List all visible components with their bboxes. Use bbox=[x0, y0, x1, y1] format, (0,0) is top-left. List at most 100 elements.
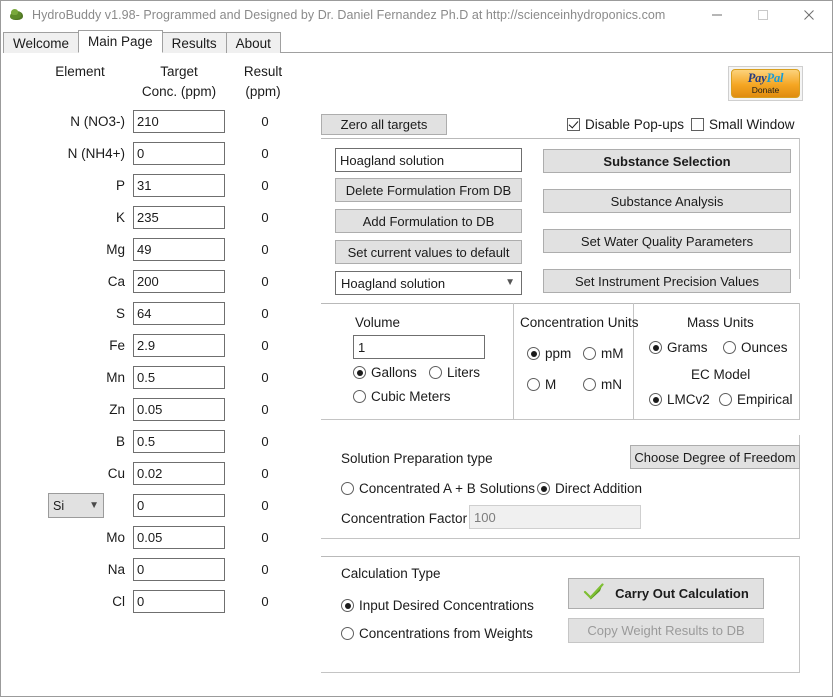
element-label: Fe bbox=[109, 338, 125, 353]
ec-model-empirical[interactable]: Empirical bbox=[719, 392, 793, 407]
target-input[interactable] bbox=[133, 270, 225, 293]
element-label: B bbox=[115, 434, 125, 449]
tab-about[interactable]: About bbox=[225, 32, 281, 53]
concentration-unit-mn[interactable]: mN bbox=[583, 377, 622, 392]
prep-direct-addition[interactable]: Direct Addition bbox=[537, 481, 642, 496]
concentration-unit-ppm[interactable]: ppm bbox=[527, 346, 571, 361]
target-input[interactable] bbox=[133, 398, 225, 421]
ec-model-lmcv2[interactable]: LMCv2 bbox=[649, 392, 710, 407]
calc-from-weights-label: Concentrations from Weights bbox=[359, 626, 533, 641]
concentration-unit-m-label: M bbox=[545, 377, 557, 392]
element-label: Mn bbox=[106, 370, 125, 385]
close-button[interactable] bbox=[786, 1, 832, 29]
target-input[interactable] bbox=[133, 110, 225, 133]
target-input[interactable] bbox=[133, 238, 225, 261]
table-row: Ca 0 bbox=[1, 266, 301, 298]
mass-unit-grams-label: Grams bbox=[667, 340, 708, 355]
paypal-logo: PayPal Donate bbox=[731, 69, 800, 98]
volume-unit-liters[interactable]: Liters bbox=[429, 365, 480, 380]
volume-unit-cubic-meters[interactable]: Cubic Meters bbox=[353, 389, 451, 404]
leaf-icon bbox=[9, 7, 25, 23]
result-value: 0 bbox=[261, 338, 269, 353]
tab-welcome[interactable]: Welcome bbox=[3, 32, 80, 53]
window-controls bbox=[694, 1, 832, 29]
element-list: N (NO3-) 0 N (NH4+) 0 P 0 K 0 Mg bbox=[1, 106, 301, 618]
mass-unit-ounces[interactable]: Ounces bbox=[723, 340, 788, 355]
header-target-1: Target bbox=[160, 64, 198, 79]
table-row: Cl 0 bbox=[1, 586, 301, 618]
zero-all-targets-button[interactable]: Zero all targets bbox=[321, 114, 447, 135]
prep-concentrated-ab[interactable]: Concentrated A + B Solutions bbox=[341, 481, 535, 496]
concentration-factor-input[interactable] bbox=[469, 505, 641, 529]
target-input[interactable] bbox=[133, 494, 225, 517]
calc-concentrations-from-weights[interactable]: Concentrations from Weights bbox=[341, 626, 533, 641]
copy-weight-results-button[interactable]: Copy Weight Results to DB bbox=[568, 618, 764, 643]
tab-results[interactable]: Results bbox=[161, 32, 227, 53]
table-row: B 0 bbox=[1, 426, 301, 458]
add-formulation-button[interactable]: Add Formulation to DB bbox=[335, 209, 522, 233]
main-page-content: Element Target Conc. (ppm) Result (ppm) … bbox=[1, 53, 832, 696]
element-label: P bbox=[115, 178, 125, 193]
target-input[interactable] bbox=[133, 206, 225, 229]
ec-model-empirical-label: Empirical bbox=[737, 392, 793, 407]
target-input[interactable] bbox=[133, 142, 225, 165]
radio-dot bbox=[341, 627, 354, 640]
target-input[interactable] bbox=[133, 558, 225, 581]
concentration-unit-mm[interactable]: mM bbox=[583, 346, 624, 361]
mass-unit-grams[interactable]: Grams bbox=[649, 340, 708, 355]
volume-unit-gallons-label: Gallons bbox=[371, 365, 417, 380]
calc-input-desired-concentrations[interactable]: Input Desired Concentrations bbox=[341, 598, 534, 613]
disable-popups-checkbox[interactable]: Disable Pop-ups bbox=[567, 117, 684, 132]
carry-out-calculation-button[interactable]: Carry Out Calculation bbox=[568, 578, 764, 609]
minimize-button[interactable] bbox=[694, 1, 740, 29]
tab-main-page[interactable]: Main Page bbox=[78, 30, 163, 53]
table-row: N (NO3-) 0 bbox=[1, 106, 301, 138]
result-value: 0 bbox=[261, 178, 269, 193]
concentration-factor-label: Concentration Factor bbox=[341, 511, 468, 526]
target-input[interactable] bbox=[133, 302, 225, 325]
target-input[interactable] bbox=[133, 430, 225, 453]
element-select-si[interactable]: Si ▼ bbox=[48, 493, 104, 518]
concentration-units-title: Concentration Units bbox=[520, 315, 639, 330]
set-default-button[interactable]: Set current values to default bbox=[335, 240, 522, 264]
volume-input[interactable] bbox=[353, 335, 485, 359]
element-select-label: Si bbox=[53, 498, 65, 513]
target-input[interactable] bbox=[133, 334, 225, 357]
target-input[interactable] bbox=[133, 174, 225, 197]
target-input[interactable] bbox=[133, 462, 225, 485]
radio-dot bbox=[719, 393, 732, 406]
paypal-donate-button[interactable]: PayPal Donate bbox=[728, 66, 803, 101]
element-label: Na bbox=[107, 562, 125, 577]
element-label: Cu bbox=[107, 466, 125, 481]
substance-selection-button[interactable]: Substance Selection bbox=[543, 149, 791, 173]
substance-analysis-button[interactable]: Substance Analysis bbox=[543, 189, 791, 213]
volume-unit-gallons[interactable]: Gallons bbox=[353, 365, 417, 380]
target-input[interactable] bbox=[133, 366, 225, 389]
concentration-unit-m[interactable]: M bbox=[527, 377, 556, 392]
delete-formulation-button[interactable]: Delete Formulation From DB bbox=[335, 178, 522, 202]
instrument-precision-button[interactable]: Set Instrument Precision Values bbox=[543, 269, 791, 293]
element-label: N (NH4+) bbox=[67, 146, 125, 161]
calculation-type-title: Calculation Type bbox=[341, 566, 441, 581]
result-value: 0 bbox=[261, 530, 269, 545]
target-input[interactable] bbox=[133, 526, 225, 549]
calc-input-desired-label: Input Desired Concentrations bbox=[359, 598, 534, 613]
target-input[interactable] bbox=[133, 590, 225, 613]
prep-direct-addition-label: Direct Addition bbox=[555, 481, 643, 496]
formulation-select[interactable]: Hoagland solution ▼ bbox=[335, 271, 522, 295]
small-window-checkbox[interactable]: Small Window bbox=[691, 117, 795, 132]
water-quality-button[interactable]: Set Water Quality Parameters bbox=[543, 229, 791, 253]
choose-degree-of-freedom-button[interactable]: Choose Degree of Freedom bbox=[630, 445, 800, 469]
maximize-button[interactable] bbox=[740, 1, 786, 29]
table-row: Mn 0 bbox=[1, 362, 301, 394]
formulation-name-input[interactable] bbox=[335, 148, 522, 172]
radio-dot bbox=[353, 390, 366, 403]
chevron-down-icon: ▼ bbox=[89, 499, 99, 511]
table-row: Na 0 bbox=[1, 554, 301, 586]
radio-dot bbox=[649, 341, 662, 354]
result-value: 0 bbox=[261, 370, 269, 385]
prep-concentrated-ab-label: Concentrated A + B Solutions bbox=[359, 481, 535, 496]
radio-dot bbox=[583, 347, 596, 360]
table-row: Zn 0 bbox=[1, 394, 301, 426]
volume-divider bbox=[513, 303, 514, 420]
